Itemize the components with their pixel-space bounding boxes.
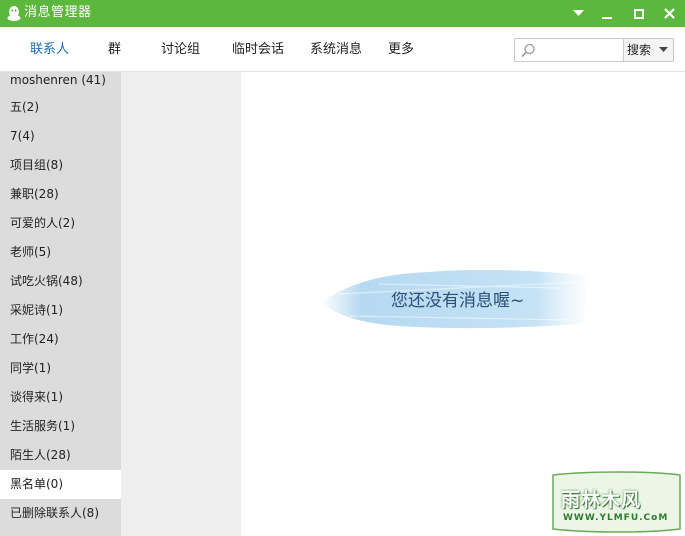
sidebar-item-work[interactable]: 工作(24)	[0, 325, 121, 354]
search-icon	[521, 43, 535, 57]
window-title: 消息管理器	[24, 5, 92, 20]
search-button-label: 搜索	[627, 43, 652, 57]
empty-message: 您还没有消息喔~	[391, 291, 525, 311]
sidebar-item-moshenren[interactable]: moshenren (41)	[0, 72, 121, 95]
tab-more[interactable]: 更多	[388, 27, 414, 72]
sidebar-item-hotpot[interactable]: 试吃火锅(48)	[0, 267, 121, 296]
search-button[interactable]: 搜索	[624, 38, 674, 62]
sidebar-item-blacklist[interactable]: 黑名单(0)	[0, 470, 121, 499]
close-button[interactable]	[654, 0, 684, 27]
watermark-url-text: WWW.YLMFU.CoM	[563, 513, 669, 523]
title-bar: 消息管理器	[0, 0, 685, 27]
tab-system-messages[interactable]: 系统消息	[310, 27, 362, 72]
contact-group-sidebar: moshenren (41) 五(2) 7(4) 项目组(8) 兼职(28) 可…	[0, 72, 121, 536]
conversation-list-pane	[121, 72, 241, 536]
tab-discussion-groups[interactable]: 讨论组	[161, 27, 200, 72]
sidebar-item-life-services[interactable]: 生活服务(1)	[0, 412, 121, 441]
sidebar-item-teachers[interactable]: 老师(5)	[0, 238, 121, 267]
qq-penguin-icon	[7, 6, 21, 21]
watermark-text: 雨林木风 WWW.YLMFU.CoM	[549, 469, 684, 535]
search-box[interactable]	[514, 38, 624, 62]
tab-temporary-chats[interactable]: 临时会话	[232, 27, 284, 72]
sidebar-item-classmates[interactable]: 同学(1)	[0, 354, 121, 383]
sidebar-item-cainishi[interactable]: 采妮诗(1)	[0, 296, 121, 325]
sidebar-item-project-group[interactable]: 项目组(8)	[0, 151, 121, 180]
message-content-pane: 您还没有消息喔~	[241, 72, 685, 536]
tab-contacts[interactable]: 联系人	[30, 27, 69, 72]
sidebar-item-seven[interactable]: 7(4)	[0, 122, 121, 151]
sidebar-item-lovely-people[interactable]: 可爱的人(2)	[0, 209, 121, 238]
minimize-button[interactable]	[592, 0, 622, 27]
sidebar-item-congenial[interactable]: 谈得来(1)	[0, 383, 121, 412]
maximize-icon	[634, 8, 644, 19]
menu-dropdown-button[interactable]	[563, 0, 593, 27]
minimize-icon	[602, 16, 612, 19]
sidebar-item-strangers[interactable]: 陌生人(28)	[0, 441, 121, 470]
tab-groups[interactable]: 群	[108, 27, 121, 72]
sidebar-item-part-time[interactable]: 兼职(28)	[0, 180, 121, 209]
nav-bar: 联系人 群 讨论组 临时会话 系统消息 更多 搜索	[0, 27, 685, 72]
dropdown-icon	[572, 10, 584, 16]
close-icon	[663, 8, 675, 19]
sidebar-item-deleted-contacts[interactable]: 已删除联系人(8)	[0, 499, 121, 528]
watermark-main-text: 雨林木风	[561, 489, 642, 511]
search-input[interactable]	[541, 41, 621, 59]
search-dropdown-icon	[659, 47, 668, 52]
sidebar-item-five[interactable]: 五(2)	[0, 93, 121, 122]
maximize-button[interactable]	[624, 0, 654, 27]
watermark-logo: 雨林木风 WWW.YLMFU.CoM	[549, 469, 684, 535]
